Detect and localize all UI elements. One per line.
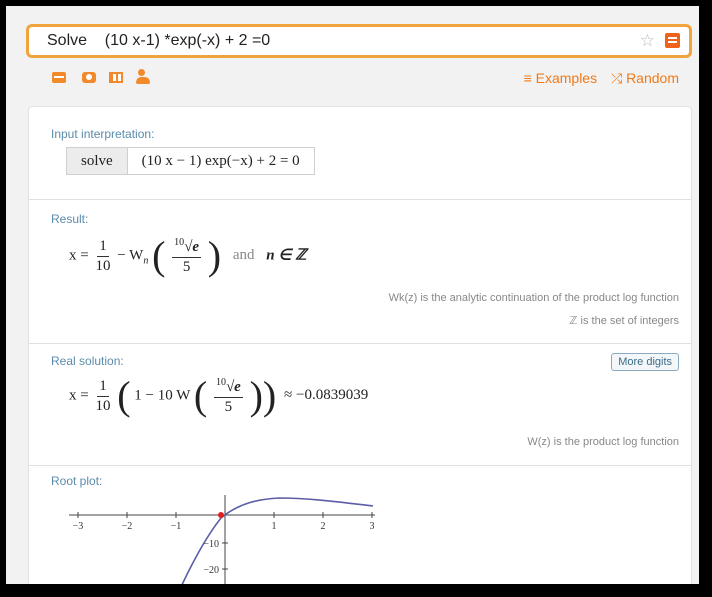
root-point — [218, 512, 224, 518]
pod-title: Result: — [51, 212, 89, 226]
page: Solve (10 x-1) *exp(-x) + 2 =0 ☆ ≡ Examp… — [6, 6, 699, 584]
tenth-root: 10√e — [213, 377, 243, 398]
open-paren: ( — [152, 233, 166, 278]
toolbar-links: ≡ Examples ⤮ Random — [514, 70, 679, 87]
and-text: and — [232, 247, 255, 264]
pod-title-root-plot: Root plot: — [51, 474, 103, 488]
pod-real-solution: Real solution: x = 1 10 ( 1 − 10 W ( 10√… — [29, 344, 691, 466]
pod-title: Real solution: — [51, 354, 124, 368]
inner-fraction: 10√e 5 — [172, 236, 202, 275]
x-tick-label: 3 — [370, 521, 375, 532]
set-condition: n ∈ ℤ — [266, 247, 307, 264]
tenth-root: 10√e — [172, 237, 202, 258]
root-plot: −3 −2 −1 1 2 3 −10 −20 — [69, 495, 375, 584]
more-digits-button[interactable]: More digits — [611, 353, 679, 371]
real-formula: x = 1 10 ( 1 − 10 W ( 10√e 5 )) ≈ −0.083… — [69, 373, 369, 418]
y-tick-label: −20 — [203, 565, 219, 576]
open-paren-inner: ( — [193, 373, 208, 418]
inner-fraction: 10√e 5 — [213, 376, 243, 415]
window-frame: Solve (10 x-1) *exp(-x) + 2 =0 ☆ ≡ Examp… — [6, 6, 699, 584]
x-tick-label: 1 — [272, 521, 277, 532]
inner-text: 1 − 10 W — [134, 387, 191, 404]
note-integers: ℤ is the set of integers — [569, 315, 679, 327]
x-tick-label: −2 — [122, 521, 133, 532]
open-paren: ( — [117, 373, 131, 418]
x-tick-label: −3 — [73, 521, 84, 532]
keyboard-icon[interactable] — [52, 72, 66, 83]
pod-title: Input interpretation: — [51, 127, 155, 141]
pod-input-interpretation: Input interpretation: solve (10 x − 1) e… — [29, 107, 691, 200]
interpretation-box: solve (10 x − 1) exp(−x) + 2 = 0 — [66, 147, 315, 175]
fraction: 1 10 — [95, 237, 111, 274]
star-icon[interactable]: ☆ — [640, 31, 655, 51]
y-tick-label: −10 — [203, 539, 219, 550]
w-subscript: n — [143, 255, 149, 267]
x-tick-label: 2 — [321, 521, 326, 532]
close-paren-inner: ) — [249, 373, 263, 418]
note-w: W(z) is the product log function — [527, 436, 679, 448]
x-tick-label: −1 — [171, 521, 182, 532]
lhs: x = — [69, 247, 89, 264]
close-paren: ) — [262, 373, 277, 418]
table-icon[interactable] — [109, 72, 123, 83]
random-link[interactable]: ⤮ Random — [611, 70, 679, 86]
examples-link[interactable]: ≡ Examples — [524, 70, 598, 86]
note-wk: Wk(z) is the analytic continuation of th… — [388, 292, 679, 304]
close-paren: ) — [207, 233, 222, 278]
command-cell: solve — [67, 148, 128, 174]
result-formula: x = 1 10 − Wn ( 10√e 5 ) and n ∈ ℤ — [69, 236, 306, 276]
search-input[interactable]: Solve (10 x-1) *exp(-x) + 2 =0 — [47, 32, 270, 50]
people-icon[interactable] — [136, 69, 152, 85]
results-card: Input interpretation: solve (10 x − 1) e… — [28, 106, 692, 584]
minus-w: − W — [117, 247, 144, 264]
menu-icon[interactable] — [665, 33, 680, 48]
search-bar[interactable]: Solve (10 x-1) *exp(-x) + 2 =0 ☆ — [26, 24, 692, 58]
approx-value: ≈ −0.0839039 — [284, 387, 369, 404]
expression-cell: (10 x − 1) exp(−x) + 2 = 0 — [141, 153, 300, 169]
camera-icon[interactable] — [82, 72, 96, 83]
fraction: 1 10 — [95, 377, 111, 414]
pod-result: Result: x = 1 10 − Wn ( 10√e 5 ) and n ∈… — [29, 200, 691, 344]
